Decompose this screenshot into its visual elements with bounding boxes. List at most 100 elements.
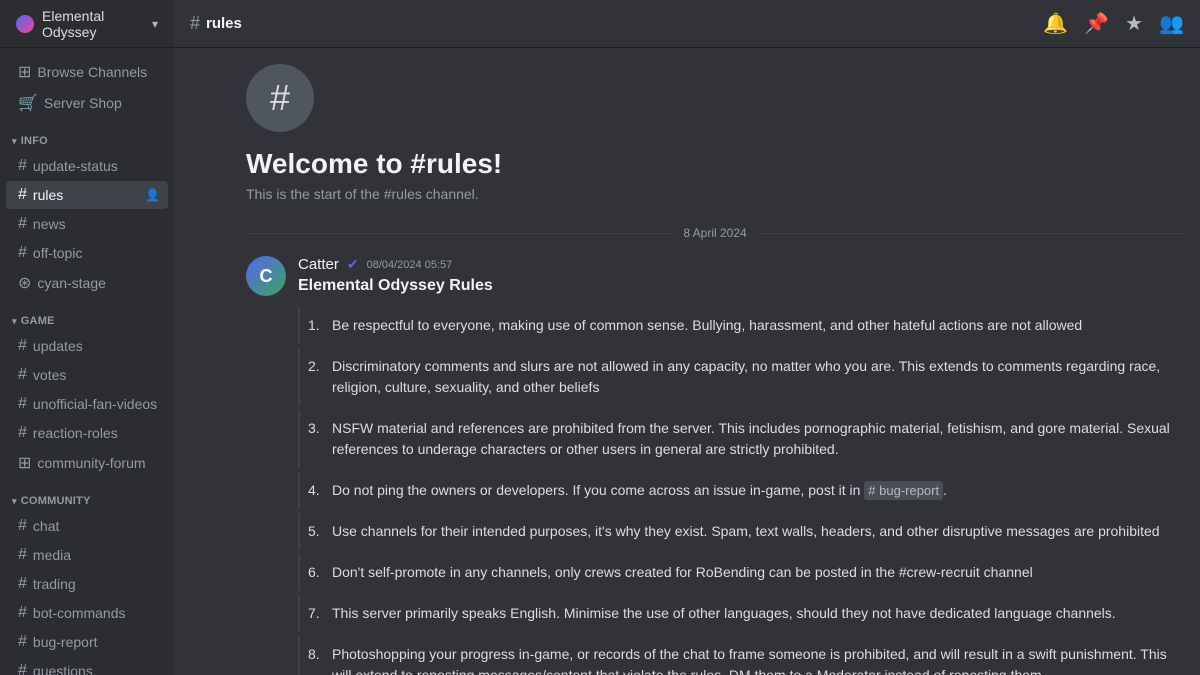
channel-name: bot-commands (33, 605, 126, 621)
message-author: Catter (298, 256, 339, 273)
channel-tab-name: rules (206, 15, 242, 32)
hash-icon: # (18, 424, 27, 442)
rule-item: 7. This server primarily speaks English.… (298, 595, 1184, 632)
sidebar-item-reaction-roles[interactable]: # reaction-roles (6, 419, 168, 447)
message-content: Catter ✔ 08/04/2024 05:57 Elemental Odys… (298, 256, 1184, 675)
hash-icon: # (18, 157, 27, 175)
date-divider-text: 8 April 2024 (671, 226, 758, 240)
hash-icon: # (18, 186, 27, 204)
hash-icon: # (18, 337, 27, 355)
category-game[interactable]: ▾ GAME (0, 299, 174, 331)
category-game-label: GAME (21, 315, 55, 327)
sidebar-item-bot-commands[interactable]: # bot-commands (6, 599, 168, 627)
verified-icon: ✔ (347, 256, 359, 273)
hash-icon: # (18, 366, 27, 384)
sidebar-item-questions[interactable]: # questions (6, 657, 168, 675)
sidebar-item-rules[interactable]: # rules 👤 (6, 181, 168, 209)
hash-icon: # (18, 244, 27, 262)
category-community-label: COMMUNITY (21, 495, 91, 507)
sidebar-item-updates[interactable]: # updates (6, 332, 168, 360)
welcome-description: This is the start of the #rules channel. (246, 186, 1184, 202)
hash-icon: # (18, 215, 27, 233)
pin-icon[interactable]: 📌 (1084, 11, 1109, 36)
channel-name: rules (33, 187, 63, 203)
hash-icon: # (18, 633, 27, 651)
channel-name: news (33, 216, 66, 232)
rule-item: 2. Discriminatory comments and slurs are… (298, 348, 1184, 406)
browse-icon: ⊞ (18, 62, 31, 82)
notification-bell-slash-icon[interactable]: 🔔 (1043, 11, 1068, 36)
category-community[interactable]: ▾ COMMUNITY (0, 479, 174, 511)
channel-name: bug-report (33, 634, 98, 650)
bookmark-icon[interactable]: ★ (1125, 11, 1143, 36)
message-meta: Catter ✔ 08/04/2024 05:57 (298, 256, 1184, 273)
sidebar-item-bug-report[interactable]: # bug-report (6, 628, 168, 656)
rule-item: 5. Use channels for their intended purpo… (298, 513, 1184, 550)
special-icon: ⊛ (18, 273, 31, 293)
rule-item: 8. Photoshopping your progress in-game, … (298, 636, 1184, 675)
channel-link[interactable]: # bug-report (864, 481, 943, 500)
channel-name: reaction-roles (33, 425, 118, 441)
channel-name: trading (33, 576, 76, 592)
hash-icon: # (18, 662, 27, 675)
server-icon (16, 15, 34, 33)
channel-name: media (33, 547, 71, 563)
sidebar-item-news[interactable]: # news (6, 210, 168, 238)
category-info-label: INFO (21, 135, 48, 147)
server-header[interactable]: Elemental Odyssey ▾ (0, 0, 174, 48)
sidebar-nav: ⊞ Browse Channels 🛒 Server Shop ▾ INFO #… (0, 48, 174, 675)
category-arrow-icon: ▾ (12, 496, 17, 507)
channel-welcome: # Welcome to #rules! This is the start o… (246, 64, 1184, 202)
rule-item: 6. Don't self-promote in any channels, o… (298, 554, 1184, 591)
message-title: Elemental Odyssey Rules (298, 277, 1184, 295)
category-info[interactable]: ▾ INFO (0, 119, 174, 151)
content-area: # Welcome to #rules! This is the start o… (174, 48, 1200, 675)
sidebar-item-media[interactable]: # media (6, 541, 168, 569)
message-timestamp: 08/04/2024 05:57 (367, 259, 453, 271)
channel-tab: # rules (190, 13, 242, 34)
welcome-hash-icon: # (246, 64, 314, 132)
shop-icon: 🛒 (18, 93, 38, 113)
sidebar-item-votes[interactable]: # votes (6, 361, 168, 389)
rules-list: 1. Be respectful to everyone, making use… (298, 307, 1184, 675)
channel-name: update-status (33, 158, 118, 174)
message-group: C Catter ✔ 08/04/2024 05:57 Elemental Od… (246, 256, 1184, 675)
hash-icon: # (18, 395, 27, 413)
sidebar: Elemental Odyssey ▾ ⊞ Browse Channels 🛒 … (0, 0, 174, 675)
top-bar-icons: 🔔 📌 ★ 👥 (1043, 11, 1184, 36)
sidebar-item-trading[interactable]: # trading (6, 570, 168, 598)
hash-icon: # (18, 575, 27, 593)
sidebar-item-browse-channels[interactable]: ⊞ Browse Channels (6, 57, 168, 87)
category-arrow-icon: ▾ (12, 316, 17, 327)
members-icon[interactable]: 👥 (1159, 11, 1184, 36)
sidebar-item-chat[interactable]: # chat (6, 512, 168, 540)
rule-item: 1. Be respectful to everyone, making use… (298, 307, 1184, 344)
server-shop-label: Server Shop (44, 95, 122, 111)
channel-name: cyan-stage (37, 275, 105, 291)
category-arrow-icon: ▾ (12, 136, 17, 147)
hash-icon: # (18, 517, 27, 535)
hash-icon: # (190, 13, 200, 34)
channel-name: chat (33, 518, 59, 534)
channel-name: updates (33, 338, 83, 354)
rule-item: 3. NSFW material and references are proh… (298, 410, 1184, 468)
date-divider: 8 April 2024 (246, 226, 1184, 240)
main-area: # rules 🔔 📌 ★ 👥 # Welcome to #rules! Thi… (174, 0, 1200, 675)
sidebar-item-cyan-stage[interactable]: ⊛ cyan-stage (6, 268, 168, 298)
hash-icon: # (18, 604, 27, 622)
sidebar-item-community-forum[interactable]: ⊞ community-forum (6, 448, 168, 478)
forum-icon: ⊞ (18, 453, 31, 473)
sidebar-item-server-shop[interactable]: 🛒 Server Shop (6, 88, 168, 118)
lock-icon: 👤 (145, 188, 160, 202)
channel-name: unofficial-fan-videos (33, 396, 157, 412)
browse-channels-label: Browse Channels (37, 64, 147, 80)
rule-item: 4. Do not ping the owners or developers.… (298, 472, 1184, 509)
sidebar-item-unofficial-fan-videos[interactable]: # unofficial-fan-videos (6, 390, 168, 418)
sidebar-item-off-topic[interactable]: # off-topic (6, 239, 168, 267)
top-bar: # rules 🔔 📌 ★ 👥 (174, 0, 1200, 48)
server-name: Elemental Odyssey (42, 8, 152, 40)
sidebar-item-update-status[interactable]: # update-status (6, 152, 168, 180)
channel-name: off-topic (33, 245, 83, 261)
channel-name: votes (33, 367, 66, 383)
avatar: C (246, 256, 286, 296)
